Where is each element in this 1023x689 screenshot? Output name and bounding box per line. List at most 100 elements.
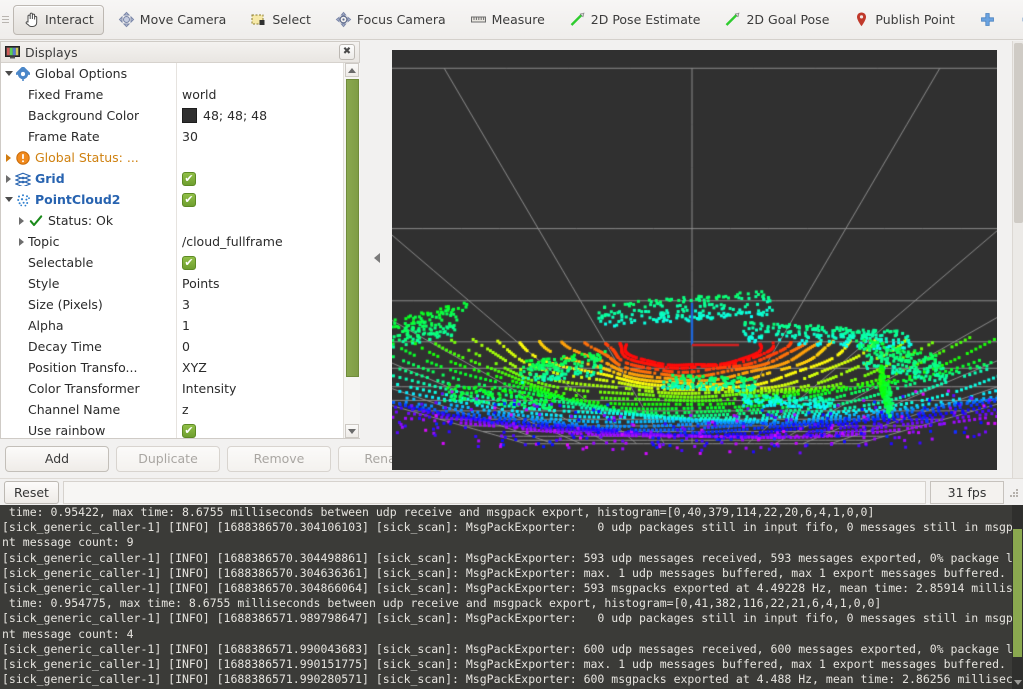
display-row-name-cell: Channel Name bbox=[2, 399, 177, 420]
display-row-value-cell[interactable]: z bbox=[177, 399, 343, 420]
tool-2d-goal-pose[interactable]: 2D Goal Pose bbox=[714, 5, 839, 35]
checkbox-selectable[interactable]: ✔ bbox=[182, 256, 196, 270]
display-row-pointcloud2[interactable]: PointCloud2✔ bbox=[2, 189, 343, 210]
chevron-down-icon[interactable] bbox=[2, 189, 15, 210]
display-row-label: Decay Time bbox=[28, 339, 102, 354]
display-row-value-cell[interactable]: ✔ bbox=[177, 168, 343, 189]
console-scrollbar[interactable] bbox=[1012, 505, 1023, 689]
chevron-right-icon[interactable] bbox=[15, 210, 28, 231]
close-icon[interactable]: ✖ bbox=[339, 44, 355, 60]
panel-collapse-handle[interactable] bbox=[372, 248, 382, 268]
color-swatch[interactable] bbox=[182, 108, 197, 123]
add-button[interactable]: Add bbox=[5, 446, 109, 472]
tool-publish-point[interactable]: Publish Point bbox=[843, 5, 965, 35]
resize-grip[interactable] bbox=[1008, 486, 1020, 498]
tool-measure[interactable]: Measure bbox=[460, 5, 555, 35]
display-row-value-cell[interactable]: ✔ bbox=[177, 252, 343, 273]
display-row-value-cell[interactable]: XYZ bbox=[177, 357, 343, 378]
chevron-down-icon[interactable] bbox=[2, 63, 15, 84]
display-row-channel-name[interactable]: Channel Namez bbox=[2, 399, 343, 420]
scrollbar-thumb[interactable] bbox=[1013, 529, 1022, 657]
display-row-value-cell[interactable] bbox=[177, 210, 343, 231]
display-row-frame-rate[interactable]: Frame Rate 30 bbox=[2, 126, 343, 147]
chevron-right-icon[interactable] bbox=[2, 147, 15, 168]
tree-indent bbox=[15, 273, 28, 294]
tree-indent bbox=[15, 294, 28, 315]
display-row-alpha[interactable]: Alpha1 bbox=[2, 315, 343, 336]
display-row-topic[interactable]: Topic/cloud_fullframe bbox=[2, 231, 343, 252]
point-cloud-canvas[interactable] bbox=[392, 50, 997, 470]
display-row-name-cell: Fixed Frame bbox=[2, 84, 177, 105]
display-row-value-cell[interactable]: 0 bbox=[177, 336, 343, 357]
display-row-value-cell[interactable]: 48; 48; 48 bbox=[177, 105, 343, 126]
display-row-global-status[interactable]: Global Status: ... bbox=[2, 147, 343, 168]
toolbar-drag-handle[interactable] bbox=[2, 9, 9, 31]
display-row-value-cell[interactable]: Points bbox=[177, 273, 343, 294]
display-row-value: Points bbox=[182, 276, 220, 291]
reset-button[interactable]: Reset bbox=[4, 481, 59, 504]
console-line: time: 0.95422, max time: 8.6755 millisec… bbox=[0, 505, 1023, 520]
add-tool-button[interactable] bbox=[969, 5, 1006, 35]
display-row-value-cell[interactable]: 3 bbox=[177, 294, 343, 315]
display-row-color-transformer[interactable]: Color TransformerIntensity bbox=[2, 378, 343, 399]
display-row-name-cell: Position Transfo... bbox=[2, 357, 177, 378]
display-row-decay-time[interactable]: Decay Time 0 bbox=[2, 336, 343, 357]
display-row-value-cell[interactable]: /cloud_fullframe bbox=[177, 231, 343, 252]
display-row-selectable[interactable]: Selectable✔ bbox=[2, 252, 343, 273]
tool-focus-camera[interactable]: Focus Camera bbox=[325, 5, 456, 35]
display-row-value-cell[interactable]: 1 bbox=[177, 315, 343, 336]
tool-2d-pose-estimate[interactable]: 2D Pose Estimate bbox=[559, 5, 711, 35]
display-row-style[interactable]: StylePoints bbox=[2, 273, 343, 294]
tool-select[interactable]: Select bbox=[240, 5, 321, 35]
display-row-fixed-frame[interactable]: Fixed Frameworld bbox=[2, 84, 343, 105]
tool-interact[interactable]: Interact bbox=[13, 5, 104, 35]
tree-indent bbox=[15, 105, 28, 126]
display-row-status-ok[interactable]: Status: Ok bbox=[2, 210, 343, 231]
tree-indent bbox=[15, 378, 28, 399]
display-row-value-cell[interactable]: ✔ bbox=[177, 420, 343, 438]
display-row-value-cell[interactable]: world bbox=[177, 84, 343, 105]
scrollbar-thumb[interactable] bbox=[346, 79, 359, 377]
display-row-global-options[interactable]: Global Options bbox=[2, 63, 343, 84]
display-row-background-color[interactable]: Background Color 48; 48; 48 bbox=[2, 105, 343, 126]
display-row-position-transformer[interactable]: Position Transfo...XYZ bbox=[2, 357, 343, 378]
display-row-use-rainbow[interactable]: Use rainbow✔ bbox=[2, 420, 343, 438]
displays-scrollbar[interactable] bbox=[343, 63, 360, 438]
display-row-name-cell: Frame Rate bbox=[2, 126, 177, 147]
tool-move-camera[interactable]: Move Camera bbox=[108, 5, 237, 35]
console-line: nt message count: 9 bbox=[0, 535, 1023, 550]
scroll-down-icon[interactable] bbox=[345, 424, 359, 438]
checkbox-pointcloud2[interactable]: ✔ bbox=[182, 193, 196, 207]
display-row-grid[interactable]: Grid✔ bbox=[2, 168, 343, 189]
display-row-value-cell[interactable] bbox=[177, 147, 343, 168]
tree-indent bbox=[15, 357, 28, 378]
tool-label: 2D Goal Pose bbox=[746, 12, 829, 27]
scroll-down-icon[interactable] bbox=[1013, 678, 1022, 687]
chevron-right-icon[interactable] bbox=[2, 168, 15, 189]
displays-tree[interactable]: Global OptionsFixed FrameworldBackground… bbox=[2, 63, 343, 438]
console-log[interactable]: time: 0.95422, max time: 8.6755 millisec… bbox=[0, 505, 1023, 689]
display-row-name-cell: Status: Ok bbox=[2, 210, 177, 231]
scroll-up-icon[interactable] bbox=[345, 63, 359, 77]
display-row-size-pixels[interactable]: Size (Pixels) 3 bbox=[2, 294, 343, 315]
hand-cursor-icon bbox=[23, 11, 40, 28]
checkbox-grid[interactable]: ✔ bbox=[182, 172, 196, 186]
display-row-label: Background Color bbox=[28, 108, 139, 123]
display-row-value-cell[interactable]: 30 bbox=[177, 126, 343, 147]
display-row-value: 30 bbox=[182, 129, 198, 144]
console-line: [sick_generic_caller-1] [INFO] [16883865… bbox=[0, 520, 1023, 535]
viewport-scrollbar[interactable] bbox=[1012, 41, 1023, 481]
checkbox-use-rainbow[interactable]: ✔ bbox=[182, 424, 196, 438]
tool-label: Publish Point bbox=[875, 12, 955, 27]
display-row-value-cell[interactable] bbox=[177, 63, 343, 84]
tree-indent bbox=[15, 315, 28, 336]
scrollbar-thumb[interactable] bbox=[1014, 43, 1023, 223]
display-row-value-cell[interactable]: Intensity bbox=[177, 378, 343, 399]
main-toolbar: Interact Move Camera bbox=[0, 0, 1023, 40]
display-row-label: Size (Pixels) bbox=[28, 297, 103, 312]
chevron-right-icon[interactable] bbox=[15, 231, 28, 252]
3d-viewport[interactable] bbox=[392, 50, 997, 470]
display-row-value: 3 bbox=[182, 297, 190, 312]
display-row-value-cell[interactable]: ✔ bbox=[177, 189, 343, 210]
remove-tool-button[interactable] bbox=[1010, 5, 1023, 35]
